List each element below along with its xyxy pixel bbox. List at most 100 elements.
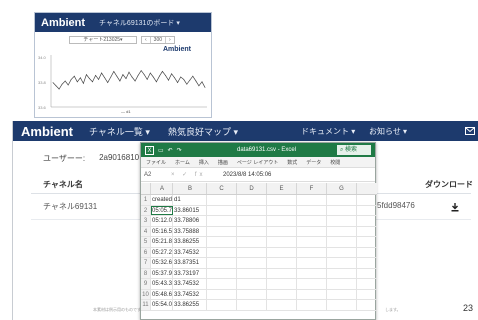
- row-header[interactable]: 8: [141, 268, 151, 278]
- sheet-cell[interactable]: [327, 258, 357, 268]
- sheet-cell[interactable]: [297, 258, 327, 268]
- ribbon-tab[interactable]: ホーム: [175, 159, 190, 166]
- sheet-cell[interactable]: [267, 247, 297, 257]
- nav-channel-list[interactable]: チャネル一覧 ▾: [89, 125, 150, 138]
- sheet-cell[interactable]: [327, 226, 357, 236]
- row-header[interactable]: 1: [141, 195, 151, 205]
- sheet-cell[interactable]: 05:21.8: [151, 237, 173, 247]
- sheet-cell[interactable]: [327, 289, 357, 299]
- brand-logo[interactable]: Ambient: [13, 124, 89, 139]
- sheet-cell[interactable]: [267, 226, 297, 236]
- sheet-cell[interactable]: 33.78806: [173, 216, 207, 226]
- row-header[interactable]: 11: [141, 300, 151, 310]
- sheet-cell[interactable]: 05:16.5: [151, 226, 173, 236]
- sheet-cell[interactable]: [267, 300, 297, 310]
- sheet-cell[interactable]: [207, 289, 237, 299]
- sheet-cell[interactable]: 33.86015: [173, 205, 207, 215]
- sheet-cell[interactable]: [207, 237, 237, 247]
- sheet-cell[interactable]: [297, 205, 327, 215]
- sheet-cell[interactable]: [327, 247, 357, 257]
- sheet-cell[interactable]: [237, 300, 267, 310]
- row-header[interactable]: 6: [141, 247, 151, 257]
- sheet-cell[interactable]: [267, 268, 297, 278]
- download-icon[interactable]: [451, 203, 459, 214]
- save-icon[interactable]: ▭: [158, 147, 164, 154]
- sheet-cell[interactable]: [237, 279, 267, 289]
- sheet-cell[interactable]: [327, 279, 357, 289]
- select-all-corner[interactable]: [141, 183, 151, 194]
- nav-news[interactable]: お知らせ ▾: [369, 121, 407, 141]
- sheet-cell[interactable]: [297, 226, 327, 236]
- sheet-cell[interactable]: [327, 216, 357, 226]
- sheet-cell[interactable]: 05:54.0: [151, 300, 173, 310]
- sheet-cell[interactable]: 05:48.6: [151, 289, 173, 299]
- sheet-cell[interactable]: [237, 268, 267, 278]
- column-header[interactable]: A: [151, 183, 173, 194]
- sheet-cell[interactable]: 05:27.2: [151, 247, 173, 257]
- ribbon-tab[interactable]: 校閲: [330, 159, 340, 166]
- sheet-cell[interactable]: 33.75888: [173, 226, 207, 236]
- sheet-cell[interactable]: [237, 205, 267, 215]
- ribbon-tab[interactable]: ページ レイアウト: [237, 159, 278, 166]
- sheet-cell[interactable]: [327, 300, 357, 310]
- sheet-cell[interactable]: 33.87351: [173, 258, 207, 268]
- mail-icon[interactable]: [465, 121, 475, 141]
- sheet-cell[interactable]: [267, 195, 297, 205]
- sheet-cell[interactable]: [207, 258, 237, 268]
- sheet-cell[interactable]: 33.74532: [173, 279, 207, 289]
- mini-board-menu[interactable]: チャネル69131のボード ▾: [99, 18, 180, 28]
- sheet-cell[interactable]: 33.86255: [173, 300, 207, 310]
- sheet-cell[interactable]: [327, 268, 357, 278]
- channel-name-cell[interactable]: チャネル69131: [43, 201, 97, 212]
- sheet-cell[interactable]: [237, 237, 267, 247]
- sheet-cell[interactable]: [237, 226, 267, 236]
- sheet-cell[interactable]: 33.73197: [173, 268, 207, 278]
- row-header[interactable]: 5: [141, 237, 151, 247]
- sheet-cell[interactable]: [297, 300, 327, 310]
- sheet-cell[interactable]: [267, 279, 297, 289]
- sheet-cell[interactable]: [207, 195, 237, 205]
- sheet-cell[interactable]: [237, 247, 267, 257]
- sheet-cell[interactable]: 33.86255: [173, 237, 207, 247]
- formula-buttons[interactable]: × ✓ fx: [163, 171, 223, 178]
- column-header[interactable]: D: [237, 183, 267, 194]
- name-box[interactable]: A2: [141, 172, 163, 178]
- sheet-cell[interactable]: 05:32.6: [151, 258, 173, 268]
- sheet-cell[interactable]: [297, 279, 327, 289]
- ribbon-tab[interactable]: データ: [306, 159, 321, 166]
- nav-heat-map[interactable]: 熱気良好マップ ▾: [168, 125, 238, 138]
- sheet-cell[interactable]: 05:43.3: [151, 279, 173, 289]
- sheet-cell[interactable]: [327, 205, 357, 215]
- sheet-cell[interactable]: [237, 216, 267, 226]
- row-header[interactable]: 2: [141, 205, 151, 215]
- column-header[interactable]: C: [207, 183, 237, 194]
- row-header[interactable]: 3: [141, 216, 151, 226]
- column-header[interactable]: E: [267, 183, 297, 194]
- formula-value[interactable]: 2023/8/8 14:05:06: [223, 172, 271, 178]
- sheet-cell[interactable]: [267, 205, 297, 215]
- sheet-cell[interactable]: [237, 289, 267, 299]
- sheet-cell[interactable]: [207, 247, 237, 257]
- sheet-cell[interactable]: 33.74532: [173, 247, 207, 257]
- sheet-cell[interactable]: [297, 289, 327, 299]
- sheet-cell[interactable]: [207, 226, 237, 236]
- sheet-cell[interactable]: [267, 289, 297, 299]
- redo-icon[interactable]: ↷: [177, 147, 182, 154]
- row-header[interactable]: 10: [141, 289, 151, 299]
- sheet-cell[interactable]: [207, 300, 237, 310]
- sheet-cell[interactable]: created: [151, 195, 173, 205]
- mini-brand[interactable]: Ambient: [41, 17, 85, 29]
- sheet-cell[interactable]: [267, 216, 297, 226]
- sheet-cell[interactable]: [237, 195, 267, 205]
- sheet-cell[interactable]: [207, 268, 237, 278]
- sheet-cell[interactable]: [327, 237, 357, 247]
- row-header[interactable]: 4: [141, 226, 151, 236]
- nav-documents[interactable]: ドキュメント ▾: [301, 121, 355, 141]
- sheet-cell[interactable]: [327, 195, 357, 205]
- sheet-cell[interactable]: 33.74532: [173, 289, 207, 299]
- pager-prev[interactable]: ‹: [142, 37, 151, 43]
- sheet-cell[interactable]: [237, 258, 267, 268]
- sheet-cell[interactable]: [297, 195, 327, 205]
- undo-icon[interactable]: ↶: [168, 147, 173, 154]
- sheet-cell[interactable]: [297, 216, 327, 226]
